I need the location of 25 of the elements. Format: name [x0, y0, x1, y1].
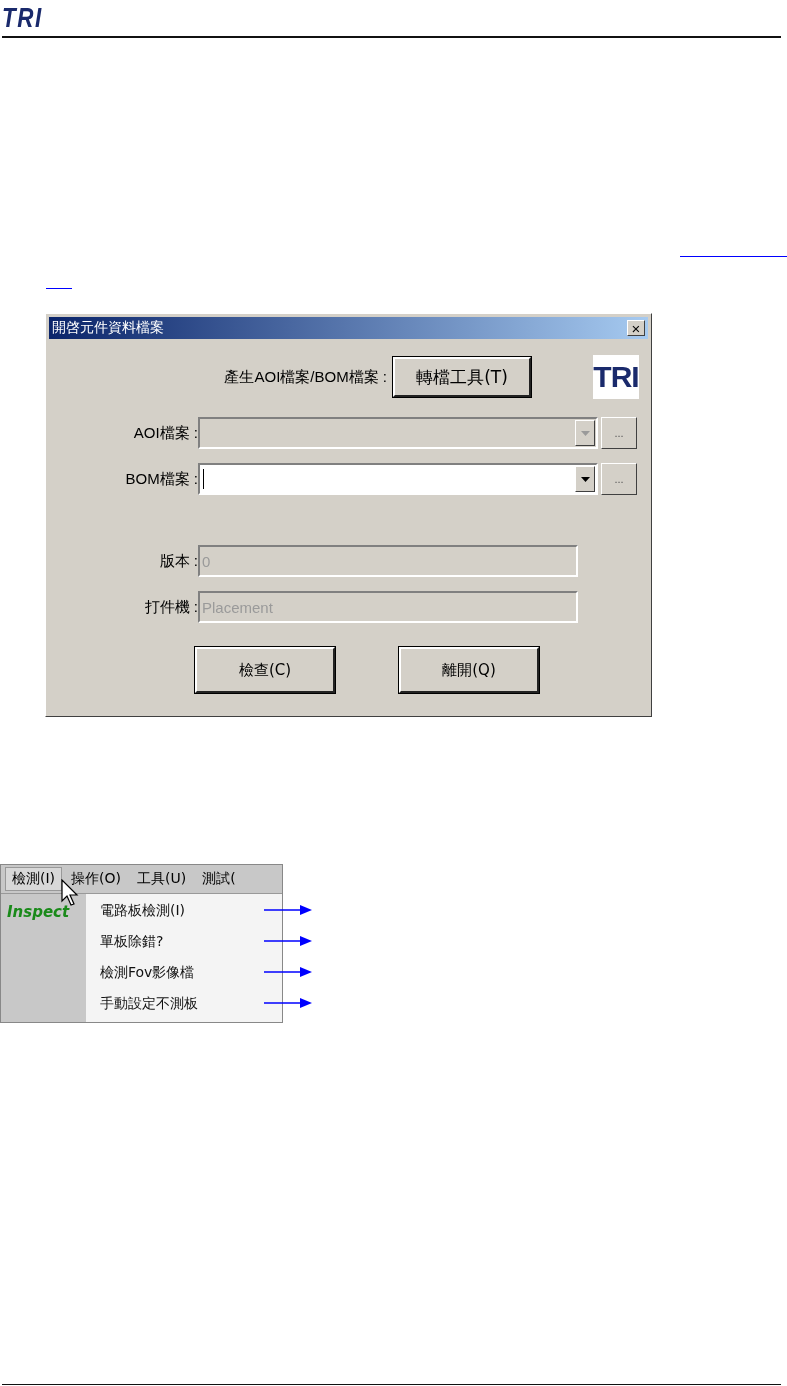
window-title: 開啓元件資料檔案	[52, 319, 164, 337]
menu-item[interactable]: 單板除錯?	[100, 932, 164, 951]
menu-item[interactable]: 電路板檢測(I)	[100, 901, 186, 920]
side-label: Inspect	[7, 903, 70, 921]
field-label: 打件機 :	[143, 597, 198, 617]
logo: TRI	[2, 4, 43, 32]
field-label: AOI檔案 :	[132, 423, 198, 443]
field-label: 產生AOI檔案/BOM檔案 :	[223, 367, 387, 387]
browse-button[interactable]: ...	[601, 463, 637, 495]
caret-icon	[580, 430, 590, 436]
menu-bar-item[interactable]: 測試(	[195, 867, 243, 891]
convert-tool-button[interactable]: 轉檔工具(T)	[393, 357, 531, 397]
field-label: 版本 :	[158, 551, 198, 571]
menu-item[interactable]: 檢測Fov影像檔	[100, 963, 195, 982]
field-label: BOM檔案 :	[124, 469, 198, 489]
logo: TRI	[593, 355, 639, 399]
close-button[interactable]: ×	[627, 320, 645, 336]
dropdown-button[interactable]	[575, 466, 595, 492]
menu-bar-item[interactable]: 工具(U)	[130, 867, 194, 891]
combo-field[interactable]	[198, 463, 598, 495]
menu-item[interactable]: 手動設定不測板	[100, 994, 198, 1013]
dialog-button[interactable]: 離開(Q)	[399, 647, 539, 693]
dialog-button[interactable]: 檢查(C)	[195, 647, 335, 693]
menu-bar-item[interactable]: 檢測(I)	[5, 867, 63, 891]
caret-icon	[580, 476, 590, 482]
